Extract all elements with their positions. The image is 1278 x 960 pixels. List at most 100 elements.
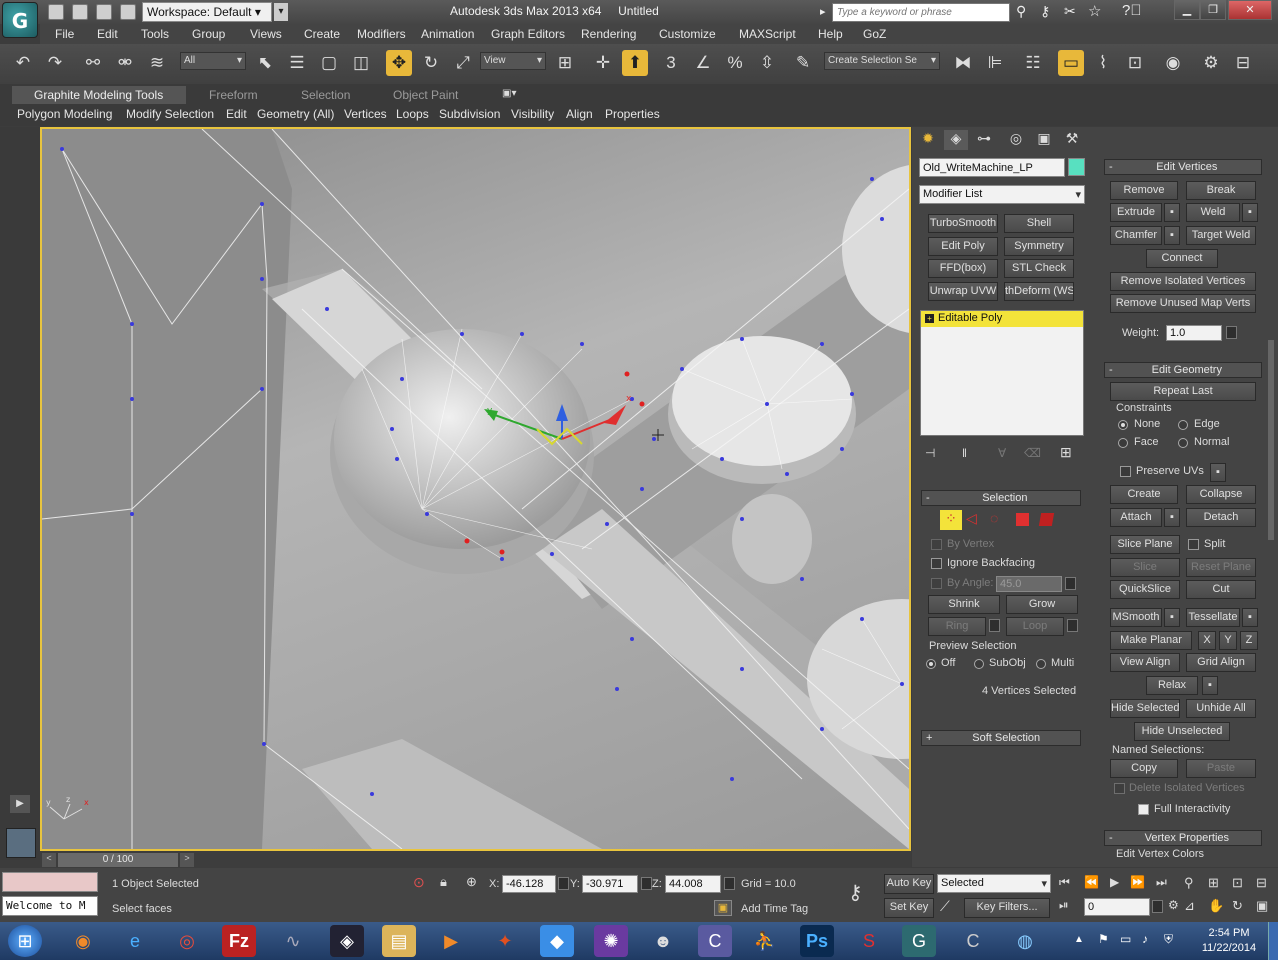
selection-filter-dropdown[interactable]: All ▾ xyxy=(180,52,246,70)
stl-check-button[interactable]: STL Check xyxy=(1004,259,1074,278)
menu-create[interactable]: Create xyxy=(304,27,340,41)
key-mode-dropdown[interactable]: Selected ▾ xyxy=(937,874,1051,893)
modifier-stack[interactable] xyxy=(920,310,1084,436)
dropbox-icon[interactable]: ◆ xyxy=(540,925,574,957)
save-file-icon[interactable] xyxy=(96,4,112,20)
ribbon-loops[interactable]: Loops xyxy=(396,107,429,121)
modify-panel-icon[interactable]: ◈ xyxy=(944,130,968,150)
window-crossing-icon[interactable]: ◫ xyxy=(348,50,374,76)
app-swirl-icon[interactable]: ∿ xyxy=(276,925,310,957)
tray-volume-icon[interactable]: ♪ xyxy=(1142,932,1148,946)
add-time-tag[interactable]: Add Time Tag xyxy=(741,903,808,915)
chamfer-button[interactable]: Chamfer xyxy=(1110,226,1162,245)
keyboard-shortcut-override-icon[interactable]: ⬆ xyxy=(622,50,648,76)
time-tag-icon[interactable]: ▣ xyxy=(714,900,732,916)
start-button-icon[interactable]: ⊞ xyxy=(8,925,42,957)
zoom-extents-icon[interactable]: ⊡ xyxy=(1232,875,1243,891)
frame-spinner[interactable] xyxy=(1152,900,1163,913)
constraint-face-radio[interactable] xyxy=(1118,438,1128,448)
pan-view-icon[interactable]: ✋ xyxy=(1208,898,1224,914)
viewport-thumbnail[interactable] xyxy=(6,828,36,858)
stack-item-editable-poly[interactable]: + Editable Poly xyxy=(921,311,1083,327)
chamfer-settings-icon[interactable]: ▪ xyxy=(1164,226,1180,245)
app-c-icon[interactable]: C xyxy=(698,925,732,957)
3dsmax-taskbar-icon[interactable]: G xyxy=(902,925,936,957)
menu-tools[interactable]: Tools xyxy=(141,27,169,41)
internet-explorer-icon[interactable]: e xyxy=(118,925,152,957)
hide-unselected-button[interactable]: Hide Unselected xyxy=(1134,722,1230,741)
grow-button[interactable]: Grow xyxy=(1006,595,1078,614)
copy-button[interactable]: Copy xyxy=(1110,759,1178,778)
tab-freeform[interactable]: Freeform xyxy=(209,88,258,102)
remove-modifier-icon[interactable]: ⌫ xyxy=(1024,446,1041,460)
weight-field[interactable] xyxy=(1166,325,1222,341)
move-tool-icon[interactable]: ✥ xyxy=(386,50,412,76)
x-coordinate-field[interactable] xyxy=(502,875,556,893)
cut-button[interactable]: Cut xyxy=(1186,580,1256,599)
ribbon-properties[interactable]: Properties xyxy=(605,107,660,121)
pivot-center-icon[interactable]: ⊞ xyxy=(552,50,578,76)
named-selection-dropdown[interactable]: Create Selection Se ▾ xyxy=(824,52,940,70)
tray-security-icon[interactable]: ⛨ xyxy=(1164,932,1173,947)
detach-button[interactable]: Detach xyxy=(1186,508,1256,527)
rect-selection-icon[interactable]: ▢ xyxy=(316,50,342,76)
filezilla-icon[interactable]: Fz xyxy=(222,925,256,957)
undo-icon[interactable]: ↶ xyxy=(10,50,36,76)
tab-object-paint[interactable]: Object Paint xyxy=(393,88,458,102)
workspace-expand-icon[interactable]: ▾ xyxy=(274,3,288,21)
angle-spinner[interactable] xyxy=(1065,577,1076,590)
thdeform-button[interactable]: thDeform (WSI xyxy=(1004,282,1074,301)
msmooth-button[interactable]: MSmooth xyxy=(1110,608,1162,627)
reference-coord-dropdown[interactable]: View ▾ xyxy=(480,52,546,70)
weight-spinner[interactable] xyxy=(1226,326,1237,339)
orbit-icon[interactable]: ↻ xyxy=(1232,898,1243,914)
view-align-button[interactable]: View Align xyxy=(1110,653,1180,672)
paste-button[interactable]: Paste xyxy=(1186,759,1256,778)
msmooth-settings-icon[interactable]: ▪ xyxy=(1164,608,1180,627)
edit-geometry-rollout-header[interactable]: - Edit Geometry xyxy=(1104,362,1262,378)
expand-viewport-icon[interactable]: ▶ xyxy=(10,795,30,813)
figure-app-icon[interactable]: ⛹ xyxy=(748,925,782,957)
media-player-icon[interactable]: ▶ xyxy=(434,925,468,957)
current-frame-field[interactable] xyxy=(1084,898,1150,916)
restore-button[interactable]: ❐ xyxy=(1200,0,1226,20)
preview-subobj-radio[interactable] xyxy=(974,659,984,669)
percent-snap-icon[interactable]: % xyxy=(722,50,748,76)
rotate-tool-icon[interactable]: ↻ xyxy=(418,50,444,76)
object-color-swatch[interactable] xyxy=(1068,158,1085,176)
field-of-view-icon[interactable]: ⊿ xyxy=(1184,898,1195,914)
menu-graph-editors[interactable]: Graph Editors xyxy=(491,27,565,41)
mirror-icon[interactable]: ⧓ xyxy=(950,50,976,76)
slice-button[interactable]: Slice xyxy=(1110,558,1180,577)
angle-value-field[interactable] xyxy=(996,576,1062,592)
menu-modifiers[interactable]: Modifiers xyxy=(357,27,406,41)
ribbon-vertices[interactable]: Vertices xyxy=(344,107,387,121)
ribbon-polygon-modeling[interactable]: Polygon Modeling xyxy=(17,107,112,121)
unwrap-uvw-button[interactable]: Unwrap UVW xyxy=(928,282,998,301)
repeat-last-button[interactable]: Repeat Last xyxy=(1110,382,1256,401)
scale-tool-icon[interactable]: ⤢ xyxy=(450,50,476,76)
remove-unused-map-verts-button[interactable]: Remove Unused Map Verts xyxy=(1110,294,1256,313)
modifier-list-dropdown[interactable]: Modifier List ▾ xyxy=(919,185,1085,204)
border-mode-icon[interactable]: ◌ xyxy=(990,510,998,526)
tab-graphite-modeling[interactable]: Graphite Modeling Tools xyxy=(34,88,163,102)
app-tools-icon[interactable]: ✦ xyxy=(488,925,522,957)
zoom-all-icon[interactable]: ⊞ xyxy=(1208,875,1219,891)
open-file-icon[interactable] xyxy=(72,4,88,20)
ribbon-options-icon[interactable]: ▣▾ xyxy=(502,88,516,99)
layer-manager-icon[interactable]: ☷ xyxy=(1020,50,1046,76)
hierarchy-panel-icon[interactable]: ⊶ xyxy=(972,130,996,150)
polygon-mode-icon[interactable] xyxy=(1016,513,1029,526)
hide-selected-button[interactable]: Hide Selected xyxy=(1110,699,1180,718)
make-planar-button[interactable]: Make Planar xyxy=(1110,631,1192,650)
reset-plane-button[interactable]: Reset Plane xyxy=(1186,558,1256,577)
edit-vertices-rollout-header[interactable]: - Edit Vertices xyxy=(1104,159,1262,175)
show-desktop-button[interactable] xyxy=(1268,922,1278,960)
utilities-panel-icon[interactable]: ⚒ xyxy=(1060,130,1084,150)
menu-customize[interactable]: Customize xyxy=(659,27,716,41)
bind-spacewarp-icon[interactable]: ≋ xyxy=(144,50,170,76)
vertex-properties-rollout-header[interactable]: - Vertex Properties xyxy=(1104,830,1262,846)
soft-selection-rollout-header[interactable]: + Soft Selection xyxy=(921,730,1081,746)
vertex-mode-icon[interactable]: ⁘ xyxy=(940,510,962,530)
graphite-toggle-icon[interactable]: ▭ xyxy=(1058,50,1084,76)
